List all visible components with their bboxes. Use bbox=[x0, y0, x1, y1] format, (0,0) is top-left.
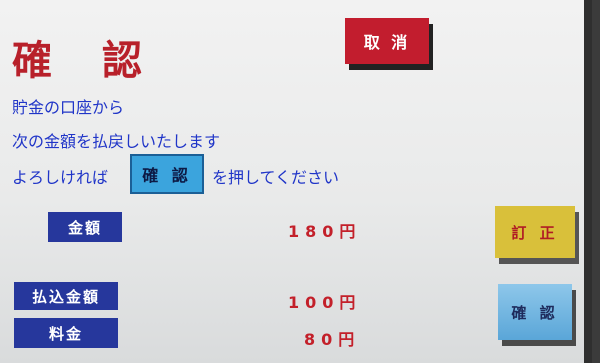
amount-label: 金額 bbox=[48, 212, 122, 242]
cancel-button[interactable]: 取 消 bbox=[345, 18, 429, 64]
message-line-2: 次の金額を払戻しいたします bbox=[12, 132, 221, 151]
message-line-1: 貯金の口座から bbox=[12, 98, 125, 117]
fee-label: 料金 bbox=[14, 318, 118, 348]
confirm-inline-button-graphic: 確 認 bbox=[130, 154, 204, 194]
confirm-button[interactable]: 確 認 bbox=[498, 284, 572, 340]
transfer-amount-value: 100円 bbox=[288, 293, 362, 312]
transfer-amount-label: 払込金額 bbox=[14, 282, 118, 310]
fee-value: 80円 bbox=[304, 330, 361, 349]
message-line-3-suffix: を押してください bbox=[212, 168, 340, 187]
correct-button[interactable]: 訂 正 bbox=[495, 206, 575, 258]
amount-value: 180円 bbox=[288, 222, 362, 241]
atm-screen: 確 認 取 消 貯金の口座から 次の金額を払戻しいたします よろしければ 確 認… bbox=[0, 0, 592, 363]
page-title: 確 認 bbox=[12, 37, 160, 84]
message-line-3-prefix: よろしければ bbox=[12, 168, 109, 187]
